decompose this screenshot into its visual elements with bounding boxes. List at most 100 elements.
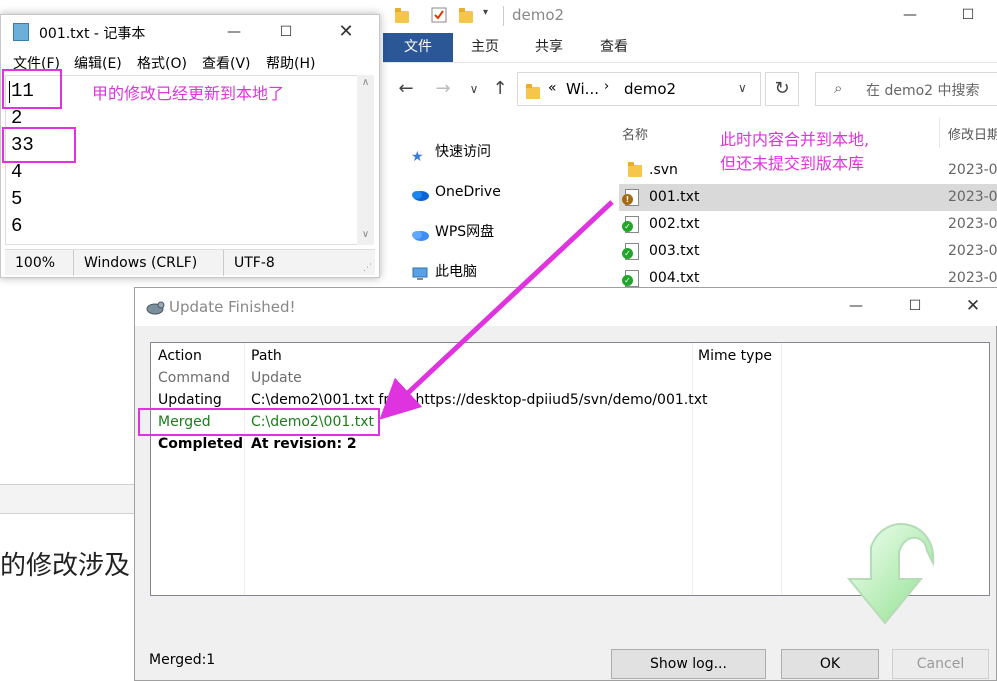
recent-locations-icon[interactable]: ∨ [463,82,485,96]
column-header-mime[interactable]: Mime type [698,345,772,367]
status-line-ending: Windows (CRLF) [73,250,197,276]
svn-normal-icon: ✓ [622,275,633,286]
dialog-minimize-button[interactable]: — [841,295,871,317]
refresh-button[interactable]: ↻ [765,72,799,106]
cancel-button[interactable]: Cancel [892,649,989,679]
breadcrumb-overflow[interactable]: « [548,80,557,96]
highlight-line-3 [2,127,76,163]
titlebar-separator [503,6,504,26]
folder-icon [395,7,409,23]
computer-icon [411,265,429,280]
file-row-002[interactable]: ✓ 002.txt 2023-0 [619,211,997,238]
address-folder-icon [526,84,540,99]
menu-view[interactable]: 查看(V) [202,53,251,75]
row-action: Command [158,370,230,386]
row-action: Completed [158,436,244,452]
scroll-down-icon[interactable]: ∨ [357,229,374,240]
nav-item-this-pc[interactable]: 此电脑 [411,260,477,284]
search-icon: ⌕ [834,79,843,97]
notepad-icon [13,23,29,41]
column-divider [244,343,245,595]
forward-arrow-icon[interactable]: → [432,78,454,99]
tab-view[interactable]: 查看 [586,33,642,62]
status-zoom: 100% [15,255,56,271]
scroll-up-icon[interactable]: ∧ [357,77,374,88]
ok-button[interactable]: OK [781,649,879,679]
file-explorer-window: ▾ demo2 — ☐ 文件 主页 共享 查看 ← → ∨ ↑ « Wi... … [383,0,997,300]
svn-modified-icon: ! [622,194,633,205]
merged-count-label: Merged:1 [149,652,216,668]
status-encoding: UTF-8 [223,250,275,276]
annotation-updated-note: 甲的修改已经更新到本地了 [92,84,285,103]
text-line: 4 [11,161,23,183]
update-finished-dialog: Update Finished! — ☐ ✕ Action Path Mime … [134,287,997,681]
notepad-title: 001.txt - 记事本 [39,26,146,42]
tab-home[interactable]: 主页 [457,33,513,62]
highlight-line-1 [2,69,62,109]
notepad-minimize-button[interactable]: — [219,21,249,43]
properties-icon[interactable] [431,7,447,23]
dialog-maximize-button[interactable]: ☐ [900,295,930,317]
text-line: 5 [11,188,23,210]
background-text: 的修改涉及 [0,551,131,581]
cloud-icon [411,185,429,201]
nav-item-onedrive[interactable]: OneDrive [411,180,501,204]
column-divider [692,343,693,595]
highlight-merged-row [138,408,380,436]
row-path: Update [251,370,302,386]
svn-normal-icon: ✓ [622,221,633,232]
notepad-maximize-button[interactable]: ☐ [271,21,301,43]
quick-access-dropdown-icon[interactable]: ▾ [483,7,497,23]
column-header-name[interactable]: 名称 [622,124,648,143]
navigation-pane: ★ 快速访问 OneDrive WPS网盘 此电脑 [383,118,598,300]
annotation-merged-note: 此时内容合并到本地, 但还未提交到版本库 [720,130,870,173]
explorer-titlebar: ▾ demo2 — ☐ [383,0,997,32]
up-arrow-icon[interactable]: ↑ [489,78,511,99]
new-folder-icon[interactable] [459,7,473,23]
explorer-title: demo2 [512,6,565,24]
back-arrow-icon[interactable]: ← [395,78,417,99]
folder-icon [628,162,642,177]
breadcrumb-parent[interactable]: Wi... [566,80,599,98]
row-path: At revision: 2 [251,436,357,452]
explorer-minimize-button[interactable]: — [895,4,925,26]
notepad-titlebar: 001.txt - 记事本 — ☐ ✕ [1,15,379,49]
nav-item-quick-access[interactable]: ★ 快速访问 [411,140,491,165]
menu-edit[interactable]: 编辑(E) [74,53,122,75]
column-header-date[interactable]: 修改日期 [948,124,997,143]
resize-grip-icon[interactable]: ⋰ [363,263,373,273]
column-header-action[interactable]: Action [158,345,202,367]
svn-normal-icon: ✓ [622,248,633,259]
explorer-maximize-button[interactable]: ☐ [953,4,983,26]
explorer-ribbon: 文件 主页 共享 查看 [383,33,997,63]
column-header-path[interactable]: Path [251,345,282,367]
column-divider [781,343,782,595]
address-bar[interactable]: « Wi... › demo2 ∨ [517,72,761,106]
dialog-title: Update Finished! [169,298,296,316]
tortoise-icon [145,298,165,316]
notepad-statusbar: 100% Windows (CRLF) UTF-8 ⋰ [5,249,375,276]
explorer-address-row: ← → ∨ ↑ « Wi... › demo2 ∨ ↻ ⌕ 在 demo2 中搜… [383,66,997,112]
update-results-list[interactable]: Action Path Mime type Command Update Upd… [150,342,990,625]
tab-file[interactable]: 文件 [383,33,453,62]
column-separator[interactable] [939,118,940,148]
notepad-vertical-scrollbar[interactable]: ∧ ∨ [357,75,374,245]
update-arrow-icon [846,523,935,625]
tab-share[interactable]: 共享 [521,33,577,62]
search-box[interactable]: ⌕ 在 demo2 中搜索 [815,72,997,106]
wps-cloud-icon [411,225,429,241]
file-row-003[interactable]: ✓ 003.txt 2023-0 [619,238,997,265]
search-placeholder: 在 demo2 中搜索 [866,83,980,99]
dialog-titlebar: Update Finished! — ☐ ✕ [135,288,997,326]
file-row-001[interactable]: ! 001.txt 2023-0 [619,184,997,211]
show-log-button[interactable]: Show log... [611,649,766,679]
notepad-close-button[interactable]: ✕ [331,21,361,43]
nav-item-wps-drive[interactable]: WPS网盘 [411,220,494,244]
menu-format[interactable]: 格式(O) [137,53,187,75]
breadcrumb-current[interactable]: demo2 [624,80,676,98]
dialog-close-button[interactable]: ✕ [958,295,988,317]
breadcrumb-chevron-icon: › [604,79,610,94]
menu-help[interactable]: 帮助(H) [266,53,315,75]
star-icon: ★ [411,149,424,165]
chevron-down-icon[interactable]: ∨ [738,81,747,95]
